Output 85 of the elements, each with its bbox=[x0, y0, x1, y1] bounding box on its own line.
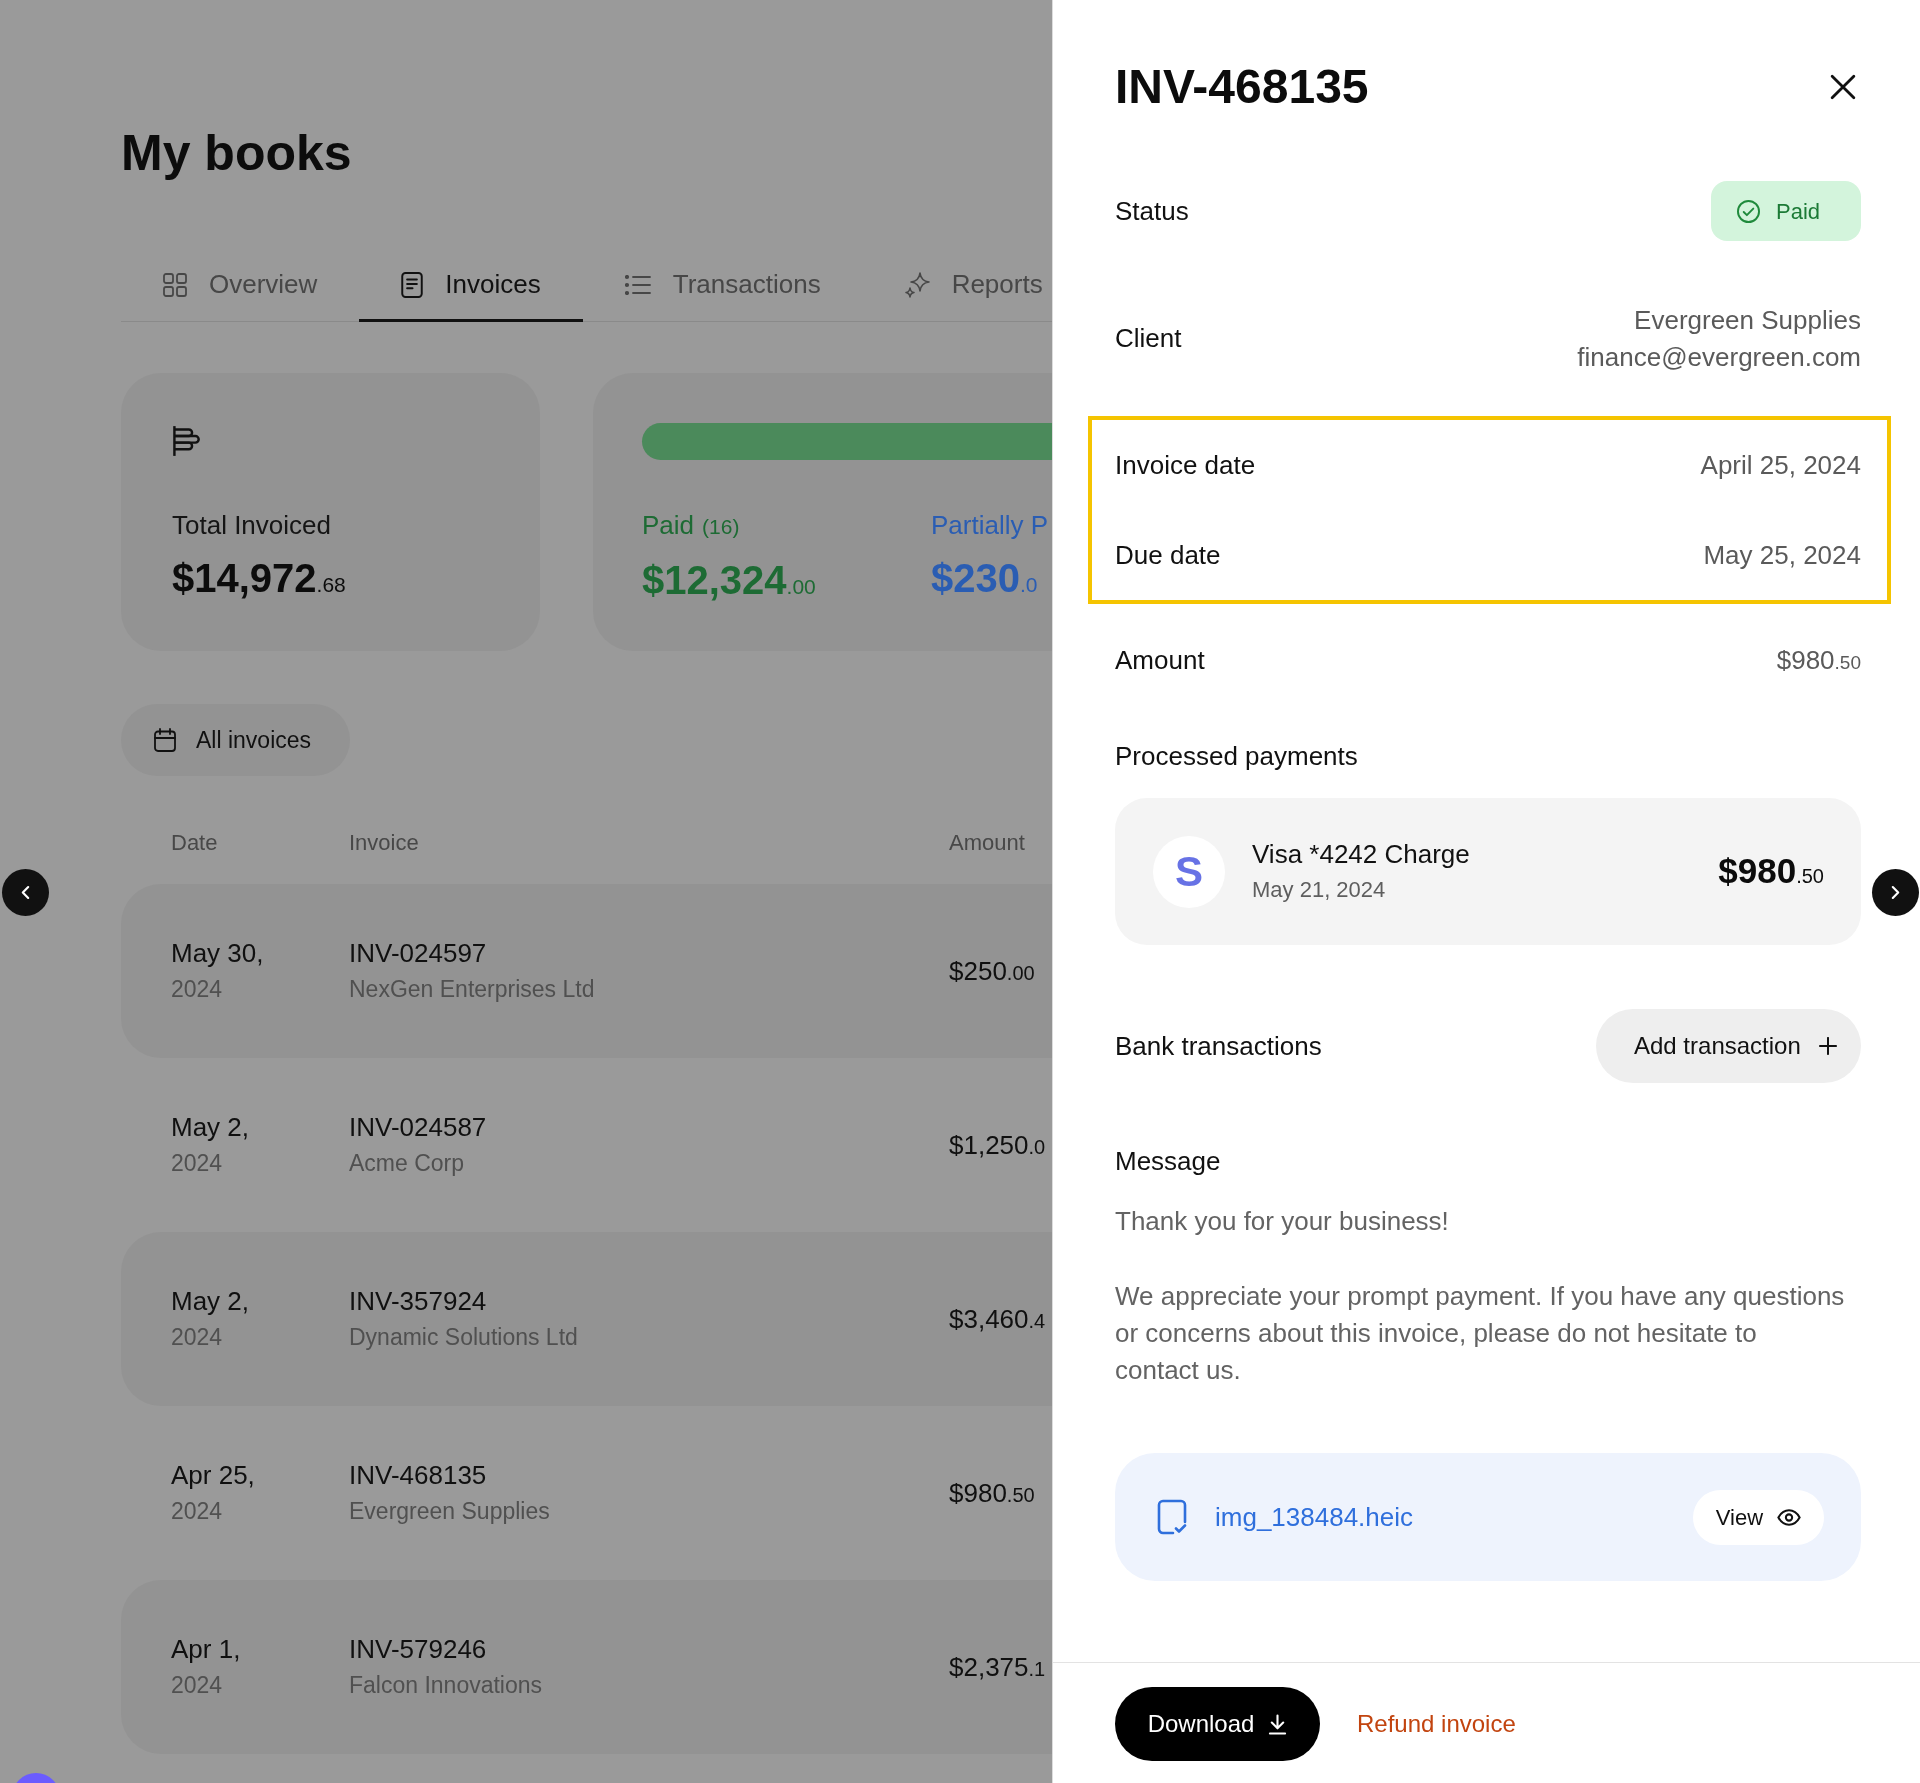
detail-value: May 25, 2024 bbox=[1703, 538, 1861, 572]
client-name: Dynamic Solutions Ltd bbox=[349, 1323, 578, 1352]
client-name: Falcon Innovations bbox=[349, 1671, 543, 1700]
amount-text: $2,375.1 bbox=[949, 1650, 1046, 1684]
payment-amount: $980.50 bbox=[1718, 850, 1824, 893]
tab[interactable]: Invoices bbox=[359, 250, 583, 322]
detail-value: April 25, 2024 bbox=[1700, 448, 1861, 482]
invoice-number: INV-357924 bbox=[349, 1285, 487, 1318]
total-amount: $14,972.68 bbox=[172, 555, 346, 602]
detail-label: Due date bbox=[1115, 538, 1221, 572]
detail-label: Status bbox=[1115, 194, 1189, 228]
payment-title: Visa *4242 Charge bbox=[1252, 837, 1470, 871]
year-text: 2024 bbox=[171, 1323, 223, 1352]
client-name: NexGen Enterprises Ltd bbox=[349, 975, 595, 1004]
year-text: 2024 bbox=[171, 975, 223, 1004]
payment-logo: S bbox=[1153, 835, 1225, 908]
status-label: Partially P bbox=[931, 509, 1049, 542]
invoice-row[interactable]: Apr 1, 2024 INV-579246 Falcon Innovations $2,375.1 bbox=[121, 1580, 1052, 1754]
detail-value: Evergreen Supplies bbox=[1634, 303, 1861, 337]
add-transaction-button[interactable]: Add transaction bbox=[1596, 1009, 1861, 1083]
payment-date: May 21, 2024 bbox=[1252, 875, 1386, 904]
date-text: May 30, bbox=[171, 937, 264, 970]
section-heading: Bank transactions bbox=[1115, 1029, 1322, 1063]
message-text: Thank you for your business! bbox=[1115, 1205, 1449, 1238]
total-label: Total Invoiced bbox=[172, 509, 331, 542]
detail-label: Client bbox=[1115, 322, 1182, 355]
column-header: Date bbox=[171, 828, 219, 857]
status-amount: $12,324.00 bbox=[642, 557, 816, 604]
invoice-number: INV-024587 bbox=[349, 1111, 487, 1144]
close-icon bbox=[1830, 74, 1856, 100]
invoice-number: INV-024597 bbox=[349, 937, 487, 970]
client-name: Acme Corp bbox=[349, 1149, 465, 1178]
download-button[interactable]: Download bbox=[1115, 1687, 1320, 1761]
tab[interactable]: Transactions bbox=[582, 250, 863, 322]
invoice-number: INV-579246 bbox=[349, 1633, 487, 1666]
amount-text: $980.50 bbox=[949, 1476, 1035, 1510]
year-text: 2024 bbox=[171, 1149, 223, 1178]
detail-value: $980.50 bbox=[1776, 643, 1861, 677]
invoice-row[interactable]: May 2, 2024 INV-357924 Dynamic Solutions Ltd $3,460.4 bbox=[121, 1232, 1052, 1406]
column-header: Amount bbox=[949, 828, 1025, 857]
tab[interactable]: Overview bbox=[121, 250, 360, 322]
status-label: Paid (16) bbox=[642, 509, 740, 542]
file-check-icon bbox=[1157, 1499, 1187, 1535]
amount-text: $3,460.4 bbox=[949, 1302, 1046, 1336]
grid-icon bbox=[163, 272, 187, 297]
bar-chart-icon bbox=[172, 425, 200, 457]
calendar-icon bbox=[154, 728, 176, 752]
close-button[interactable] bbox=[1829, 73, 1857, 101]
detail-label: Amount bbox=[1115, 643, 1205, 677]
download-icon bbox=[1268, 1713, 1288, 1735]
invoice-number: INV-468135 bbox=[349, 1459, 487, 1492]
invoice-title: INV-468135 bbox=[1115, 59, 1369, 115]
payment-card[interactable]: S Visa *4242 Charge May 21, 2024 $980.50 bbox=[1115, 798, 1861, 945]
column-header: Invoice bbox=[349, 828, 420, 857]
plus-icon bbox=[1819, 1037, 1837, 1055]
invoice-row[interactable]: May 30, 2024 INV-024597 NexGen Enterprises Ltd $250.00 bbox=[121, 884, 1052, 1058]
detail-label: Invoice date bbox=[1115, 448, 1256, 482]
eye-icon bbox=[1777, 1508, 1802, 1526]
view-button[interactable]: View bbox=[1693, 1489, 1824, 1545]
year-text: 2024 bbox=[171, 1497, 223, 1526]
chevron-left-icon bbox=[21, 885, 30, 900]
tab[interactable]: Reports bbox=[862, 250, 1049, 322]
refund-link[interactable]: Refund invoice bbox=[1357, 1706, 1516, 1742]
section-heading: Message bbox=[1115, 1145, 1221, 1178]
list-icon bbox=[624, 274, 651, 295]
status-amount: $230.0 bbox=[931, 555, 1038, 602]
date-text: May 2, bbox=[171, 1111, 250, 1144]
date-text: May 2, bbox=[171, 1285, 250, 1318]
date-text: Apr 1, bbox=[171, 1633, 241, 1666]
sparkles-icon bbox=[904, 271, 930, 298]
chevron-right-icon bbox=[1891, 885, 1900, 900]
client-name: Evergreen Supplies bbox=[349, 1497, 550, 1526]
amount-text: $250.00 bbox=[949, 954, 1035, 988]
page-title: My books bbox=[121, 124, 352, 183]
amount-text: $1,250.0 bbox=[949, 1128, 1046, 1162]
detail-value: finance@evergreen.com bbox=[1577, 340, 1861, 374]
file-link[interactable]: img_138484.heic bbox=[1215, 1497, 1414, 1537]
year-text: 2024 bbox=[171, 1671, 223, 1700]
document-icon bbox=[401, 271, 424, 298]
section-heading: Processed payments bbox=[1115, 740, 1358, 773]
date-text: Apr 25, bbox=[171, 1459, 255, 1492]
status-text: Paid bbox=[1776, 197, 1821, 226]
message-text: We appreciate your prompt payment. If you have any questions or concerns about this invoice, please do not hesitate to contact us. bbox=[1115, 1280, 1846, 1387]
filter-button[interactable]: All invoices bbox=[121, 704, 350, 776]
check-circle-icon bbox=[1737, 199, 1760, 223]
